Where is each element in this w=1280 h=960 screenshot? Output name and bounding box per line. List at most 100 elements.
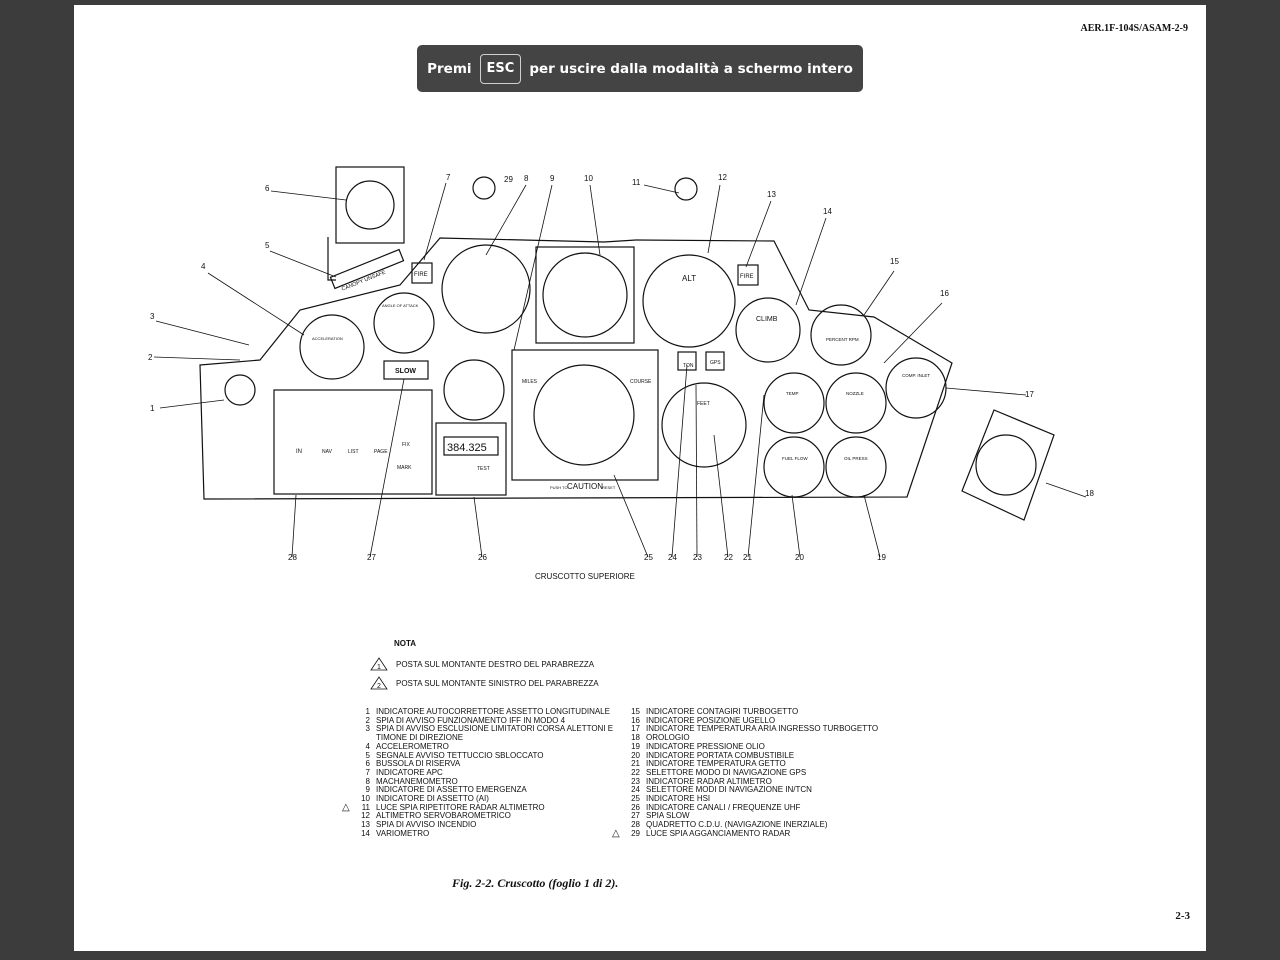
- callout-11: 11: [632, 178, 641, 187]
- figure-caption: Fig. 2-2. Cruscotto (foglio 1 di 2).: [452, 876, 619, 890]
- legend-item: △ 11 LUCE SPIA RIPETITORE RADAR ALTIMETRO: [342, 801, 545, 813]
- oil-press-label: OIL PRESS: [844, 456, 868, 461]
- ton-label: TON: [683, 363, 694, 369]
- fullscreen-exit-notice: Premi ESC per uscire dalla modalità a sc…: [417, 45, 863, 92]
- nota-item: 1 POSTA SUL MONTANTE DESTRO DEL PARABREZ…: [370, 657, 594, 671]
- callout-8: 8: [524, 174, 529, 183]
- callout-19: 19: [877, 553, 886, 562]
- fuel-flow-label: FUEL FLOW: [782, 456, 808, 461]
- radar-altimeter-repeater-light: [674, 177, 698, 201]
- cdu-fix-label: FIX: [402, 442, 410, 448]
- fire-label-left: FIRE: [414, 272, 428, 278]
- course-label: COURSE: [630, 379, 652, 385]
- callout-26: 26: [478, 553, 487, 562]
- push-to-label: PUSH TO: [550, 485, 568, 490]
- callout-16: 16: [940, 289, 949, 298]
- callout-7: 7: [446, 173, 451, 182]
- cockpit-panel-diagram: FIRE FIRE ALT CLIMB SLOW CANOPY UNSAFE C…: [148, 166, 1094, 581]
- callout-6: 6: [265, 184, 270, 193]
- callout-9: 9: [550, 174, 555, 183]
- callout-21: 21: [743, 553, 752, 562]
- reset-label: RESET: [602, 485, 616, 490]
- climb-label: CLIMB: [756, 316, 778, 323]
- altimeter: [642, 254, 736, 348]
- nota-title: NOTA: [394, 639, 417, 648]
- document-page: AER.1F-104S/ASAM-2-9 FIRE FIRE ALT CLIMB…: [74, 5, 1206, 951]
- callout-25: 25: [644, 553, 653, 562]
- legend-item: 14 VARIOMETRO: [361, 828, 430, 838]
- canopy-label: CANOPY UNSAFE: [341, 269, 387, 292]
- emergency-attitude-indicator: [443, 359, 505, 421]
- nozzle-label: NOZZLE: [846, 391, 864, 396]
- trim-indicator: [224, 374, 256, 406]
- cdu-in-label: IN: [296, 449, 302, 455]
- aoa-label: ANGLE OF ATTACK: [382, 303, 419, 308]
- attitude-indicator: [535, 246, 635, 344]
- notice-suffix: per uscire dalla modalità a schermo inte…: [529, 60, 853, 77]
- comp-inlet-label: COMP. INLET: [902, 373, 930, 378]
- panel-outline: [199, 237, 953, 500]
- nozzle-indicator: [825, 372, 887, 434]
- caution-label: CAUTION: [567, 482, 603, 491]
- radar-altimeter: [661, 382, 747, 468]
- warning-triangle-icon: 1: [370, 657, 388, 671]
- callout-14: 14: [823, 207, 832, 216]
- callout-3: 3: [150, 312, 155, 321]
- radar-lock-light: [472, 176, 496, 200]
- notice-prefix: Premi: [427, 60, 472, 77]
- fire-label-right: FIRE: [740, 274, 754, 280]
- oil-pressure-indicator: [825, 436, 887, 498]
- callout-20: 20: [795, 553, 804, 562]
- diagram-subtitle: CRUSCOTTO SUPERIORE: [535, 572, 635, 581]
- callout-10: 10: [584, 174, 593, 183]
- uhf-panel: [435, 422, 507, 496]
- callout-28: 28: [288, 553, 297, 562]
- uhf-frequency-display: 384.325: [447, 442, 487, 454]
- callout-5: 5: [265, 241, 270, 250]
- legend-right-column: 15 INDICATORE CONTAGIRI TURBOGETTO 16 INDI…: [612, 707, 878, 839]
- percent-rpm-label: PERCENT RPM: [826, 337, 859, 342]
- cdu-nav-label: NAV: [322, 449, 333, 455]
- page-number: 2-3: [1175, 910, 1190, 922]
- slow-label: SLOW: [395, 368, 416, 375]
- machmeter: [441, 244, 531, 334]
- fuel-flow-indicator: [763, 436, 825, 498]
- warning-triangle-icon: 2: [370, 676, 388, 690]
- callout-17: 17: [1025, 390, 1034, 399]
- nota-item: 2 POSTA SUL MONTANTE SINISTRO DEL PARABR…: [370, 676, 599, 690]
- callout-23: 23: [693, 553, 702, 562]
- callout-1: 1: [150, 404, 155, 413]
- accelerometer: [299, 314, 365, 380]
- callout-4: 4: [201, 262, 206, 271]
- cdu-page-label: PAGE: [374, 449, 388, 455]
- aoa-indicator: [373, 292, 435, 354]
- svg-text:1: 1: [377, 664, 381, 671]
- accel-label: ACCELERATION: [312, 336, 343, 341]
- warning-triangle-icon: △: [612, 827, 620, 839]
- gps-label: GPS: [710, 360, 721, 366]
- nota-text: POSTA SUL MONTANTE DESTRO DEL PARABREZZA: [396, 659, 595, 669]
- feet-label: FEET: [697, 401, 710, 407]
- cdu-list-label: LIST: [348, 449, 359, 455]
- vertical-speed-indicator: [735, 297, 801, 363]
- callout-numbers: 1 2 3 4 5 6 7 8 9 10 11 12 13 14 15 16 1…: [148, 173, 1094, 562]
- test-label: TEST: [477, 466, 490, 472]
- callout-12: 12: [718, 173, 727, 182]
- callout-18: 18: [1085, 489, 1094, 498]
- nota-text: POSTA SUL MONTANTE SINISTRO DEL PARABREZ…: [396, 678, 599, 688]
- cdu-mark-label: MARK: [397, 465, 412, 471]
- temp-label: TEMP: [786, 391, 799, 396]
- callout-29: 29: [504, 175, 513, 184]
- callout-15: 15: [890, 257, 899, 266]
- alt-label: ALT: [682, 274, 696, 283]
- egt-indicator: [763, 372, 825, 434]
- esc-key[interactable]: ESC: [479, 53, 522, 84]
- callout-2: 2: [148, 353, 153, 362]
- callout-22: 22: [724, 553, 733, 562]
- callout-27: 27: [367, 553, 376, 562]
- callout-13: 13: [767, 190, 776, 199]
- legend-left-column: 1 INDICATORE AUTOCORRETTORE ASSETTO LONGI…: [342, 707, 613, 839]
- miles-label: MILES: [522, 379, 538, 385]
- hsi-dial: [533, 364, 635, 466]
- svg-text:2: 2: [377, 683, 381, 690]
